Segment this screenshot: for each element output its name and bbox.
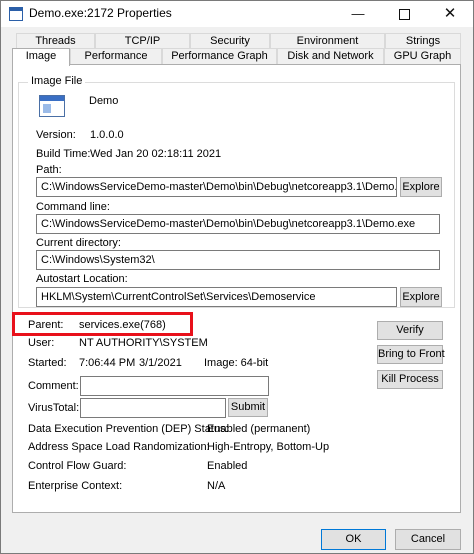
started-time: 7:06:44 PM: [79, 357, 136, 369]
path-field[interactable]: C:\WindowsServiceDemo-master\Demo\bin\De…: [36, 177, 397, 197]
tab-environment[interactable]: Environment: [270, 33, 385, 48]
virustotal-field[interactable]: [80, 398, 226, 418]
started-date: 3/1/2021: [139, 357, 182, 369]
version-label: Version:: [36, 129, 76, 141]
dep-status-label: Data Execution Prevention (DEP) Status:: [28, 423, 229, 435]
image-file-group-label: Image File: [28, 75, 86, 87]
tab-disk-and-network[interactable]: Disk and Network: [277, 48, 384, 64]
aslr-label: Address Space Load Randomization:: [28, 441, 210, 453]
window-title: Demo.exe:2172 Properties: [29, 6, 172, 20]
maximize-icon: [398, 9, 410, 21]
current-directory-label: Current directory:: [36, 237, 121, 249]
tab-threads[interactable]: Threads: [16, 33, 95, 48]
path-label: Path:: [36, 164, 62, 176]
submit-button[interactable]: Submit: [228, 398, 268, 417]
user-value: NT AUTHORITY\SYSTEM: [79, 337, 208, 349]
parent-highlight-box: [12, 312, 193, 336]
build-time-label: Build Time:: [36, 148, 91, 160]
enterprise-context-value: N/A: [207, 480, 226, 492]
user-label: User:: [28, 337, 55, 349]
command-line-label: Command line:: [36, 201, 110, 213]
comment-input[interactable]: [80, 376, 269, 396]
image-name: Demo: [89, 95, 119, 107]
executable-icon: [39, 95, 65, 117]
tab-security[interactable]: Security: [190, 33, 270, 48]
title-bar[interactable]: Demo.exe:2172 Properties — ✕: [1, 1, 473, 27]
control-flow-guard-value: Enabled: [207, 460, 248, 472]
control-flow-guard-label: Control Flow Guard:: [28, 460, 127, 472]
cancel-button[interactable]: Cancel: [395, 529, 461, 550]
ok-button[interactable]: OK: [321, 529, 386, 550]
tab-performance[interactable]: Performance: [70, 48, 162, 64]
dep-status-value: Enabled (permanent): [207, 423, 311, 435]
tab-performance-graph[interactable]: Performance Graph: [162, 48, 277, 64]
command-line-field[interactable]: C:\WindowsServiceDemo-master\Demo\bin\De…: [36, 214, 440, 234]
current-directory-field[interactable]: C:\Windows\System32\: [36, 250, 440, 270]
build-time-value: Wed Jan 20 02:18:11 2021: [90, 148, 222, 160]
aslr-value: High-Entropy, Bottom-Up: [207, 441, 330, 453]
bring-to-front-button[interactable]: Bring to Front: [377, 345, 445, 364]
autostart-label: Autostart Location:: [36, 273, 128, 285]
version-value: 1.0.0.0: [90, 129, 124, 141]
tab-gpu-graph[interactable]: GPU Graph: [384, 48, 461, 64]
tab-image[interactable]: Image: [12, 48, 70, 66]
image-bitness: Image: 64-bit: [204, 357, 269, 369]
tab-strings[interactable]: Strings: [385, 33, 461, 48]
kill-process-button[interactable]: Kill Process: [377, 370, 443, 389]
maximize-button[interactable]: [381, 1, 427, 27]
minimize-button[interactable]: —: [335, 1, 381, 27]
autostart-field[interactable]: HKLM\System\CurrentControlSet\Services\D…: [36, 287, 397, 307]
autostart-explore-button[interactable]: Explore: [400, 287, 442, 307]
tab-tcpip[interactable]: TCP/IP: [95, 33, 190, 48]
virustotal-label: VirusTotal:: [28, 402, 80, 414]
verify-button[interactable]: Verify: [377, 321, 443, 340]
app-icon: [9, 7, 23, 21]
enterprise-context-label: Enterprise Context:: [28, 480, 123, 492]
comment-label: Comment:: [28, 380, 79, 392]
started-label: Started:: [28, 357, 67, 369]
close-button[interactable]: ✕: [427, 1, 473, 27]
path-explore-button[interactable]: Explore: [400, 177, 442, 197]
